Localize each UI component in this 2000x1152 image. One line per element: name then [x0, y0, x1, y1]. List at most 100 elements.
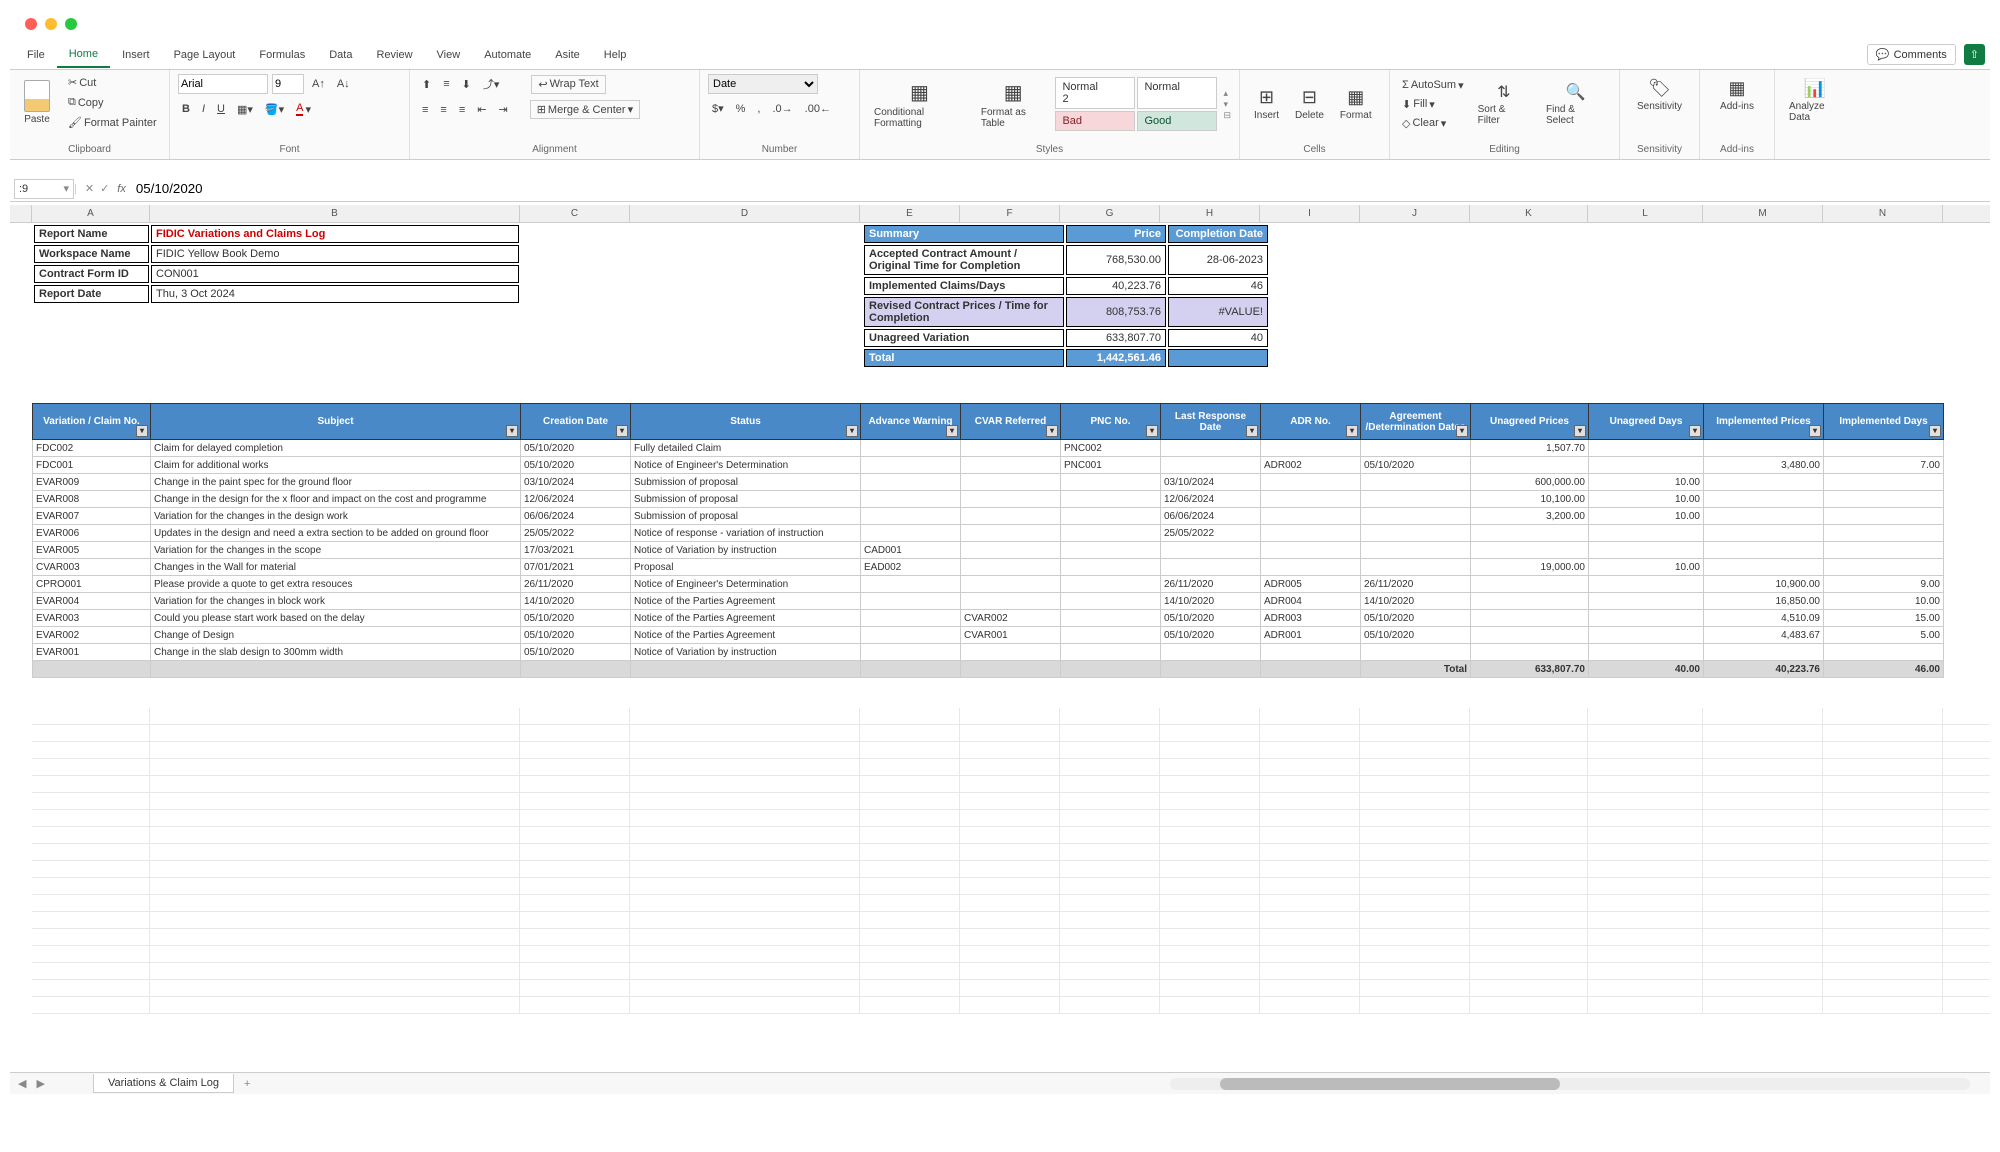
cell[interactable]: 633,807.70	[1066, 329, 1166, 347]
cell[interactable]	[1061, 627, 1161, 644]
cell[interactable]	[1471, 457, 1589, 474]
filter-icon[interactable]: ▾	[1246, 425, 1258, 437]
cell[interactable]	[1824, 542, 1944, 559]
cell[interactable]	[1061, 593, 1161, 610]
cell[interactable]: 1,507.70	[1471, 440, 1589, 457]
cell[interactable]: Fully detailed Claim	[631, 440, 861, 457]
cell[interactable]: 9.00	[1824, 576, 1944, 593]
cell[interactable]: 10,900.00	[1704, 576, 1824, 593]
cell[interactable]	[861, 661, 961, 678]
cell[interactable]: Notice of the Parties Agreement	[631, 593, 861, 610]
name-box[interactable]: :9▾	[14, 179, 74, 199]
cell[interactable]: ADR002	[1261, 457, 1361, 474]
col-header-e[interactable]: E	[860, 205, 960, 222]
table-header[interactable]: CVAR Referred▾	[961, 404, 1061, 440]
border-button[interactable]: ▦▾	[233, 101, 257, 118]
cell[interactable]	[1261, 508, 1361, 525]
cell[interactable]: 05/10/2020	[521, 644, 631, 661]
cell[interactable]	[961, 661, 1061, 678]
cell[interactable]: 05/10/2020	[1161, 627, 1261, 644]
cell[interactable]: 768,530.00	[1066, 245, 1166, 275]
cell[interactable]: Claim for delayed completion	[151, 440, 521, 457]
align-left-button[interactable]: ≡	[418, 102, 432, 118]
align-right-button[interactable]: ≡	[455, 102, 469, 118]
horizontal-scrollbar[interactable]	[1170, 1078, 1970, 1090]
cell[interactable]: 05/10/2020	[521, 440, 631, 457]
cell[interactable]: EVAR001	[33, 644, 151, 661]
cell[interactable]: EVAR006	[33, 525, 151, 542]
filter-icon[interactable]: ▾	[1146, 425, 1158, 437]
filter-icon[interactable]: ▾	[1929, 425, 1941, 437]
cell[interactable]: 40,223.76	[1704, 661, 1824, 678]
cell[interactable]	[1704, 491, 1824, 508]
cell[interactable]	[1824, 491, 1944, 508]
cell[interactable]: Notice of the Parties Agreement	[631, 627, 861, 644]
menu-review[interactable]: Review	[364, 43, 424, 67]
cell[interactable]: Submission of proposal	[631, 508, 861, 525]
cell[interactable]: Updates in the design and need a extra s…	[151, 525, 521, 542]
cell[interactable]: Notice of Engineer's Determination	[631, 576, 861, 593]
cell[interactable]: 05/10/2020	[521, 457, 631, 474]
prev-sheet-icon[interactable]: ◀	[18, 1077, 26, 1090]
cell[interactable]	[861, 644, 961, 661]
cell[interactable]	[1261, 491, 1361, 508]
cell[interactable]: CPRO001	[33, 576, 151, 593]
cell[interactable]	[1361, 474, 1471, 491]
cell[interactable]: 10.00	[1589, 491, 1704, 508]
cell[interactable]: 10,100.00	[1471, 491, 1589, 508]
filter-icon[interactable]: ▾	[946, 425, 958, 437]
cell[interactable]	[861, 593, 961, 610]
font-size-select[interactable]	[272, 74, 304, 94]
cell[interactable]	[1261, 661, 1361, 678]
cell[interactable]: 05/10/2020	[1361, 457, 1471, 474]
cell[interactable]	[1589, 576, 1704, 593]
cell[interactable]	[1704, 542, 1824, 559]
cell[interactable]: Change in the paint spec for the ground …	[151, 474, 521, 491]
cell[interactable]: Submission of proposal	[631, 474, 861, 491]
cell[interactable]: CVAR003	[33, 559, 151, 576]
cell[interactable]	[861, 457, 961, 474]
filter-icon[interactable]: ▾	[1574, 425, 1586, 437]
cell[interactable]: 15.00	[1824, 610, 1944, 627]
cell[interactable]	[861, 474, 961, 491]
filter-icon[interactable]: ▾	[1346, 425, 1358, 437]
filter-icon[interactable]: ▾	[136, 425, 148, 437]
cell[interactable]	[861, 627, 961, 644]
cell[interactable]	[1261, 644, 1361, 661]
cell[interactable]	[961, 593, 1061, 610]
cell[interactable]: 05/10/2020	[1361, 610, 1471, 627]
cell[interactable]: 46	[1168, 277, 1268, 295]
cell[interactable]: Submission of proposal	[631, 491, 861, 508]
cell[interactable]	[1704, 508, 1824, 525]
clear-button[interactable]: ◇ Clear ▾	[1398, 115, 1468, 132]
cell[interactable]: 03/10/2024	[521, 474, 631, 491]
cell[interactable]: 40.00	[1589, 661, 1704, 678]
cell[interactable]	[1261, 542, 1361, 559]
number-format-select[interactable]: Date	[708, 74, 818, 94]
cell[interactable]	[1361, 559, 1471, 576]
cell[interactable]	[1471, 542, 1589, 559]
cell[interactable]	[961, 576, 1061, 593]
insert-cells-button[interactable]: ⊞Insert	[1248, 83, 1285, 125]
cell[interactable]: 06/06/2024	[1161, 508, 1261, 525]
cell[interactable]: Changes in the Wall for material	[151, 559, 521, 576]
paste-button[interactable]: Paste	[18, 76, 56, 129]
cut-button[interactable]: ✂ Cut	[64, 74, 161, 91]
sort-filter-button[interactable]: ⇅Sort & Filter	[1472, 78, 1536, 130]
col-header-c[interactable]: C	[520, 205, 630, 222]
menu-data[interactable]: Data	[317, 43, 364, 67]
col-header-d[interactable]: D	[630, 205, 860, 222]
merge-center-button[interactable]: ⊞ Merge & Center ▾	[530, 100, 640, 119]
col-header-m[interactable]: M	[1703, 205, 1823, 222]
cell[interactable]: Accepted Contract Amount / Original Time…	[864, 245, 1064, 275]
cell[interactable]	[151, 661, 521, 678]
cell[interactable]: Contract Form ID	[34, 265, 149, 283]
cell[interactable]: 03/10/2024	[1161, 474, 1261, 491]
cell[interactable]: Notice of response - variation of instru…	[631, 525, 861, 542]
cell[interactable]	[1261, 559, 1361, 576]
cell[interactable]	[1161, 644, 1261, 661]
cell[interactable]	[861, 576, 961, 593]
cell[interactable]	[1824, 644, 1944, 661]
cell[interactable]: 10.00	[1589, 559, 1704, 576]
cell[interactable]: 14/10/2020	[1361, 593, 1471, 610]
